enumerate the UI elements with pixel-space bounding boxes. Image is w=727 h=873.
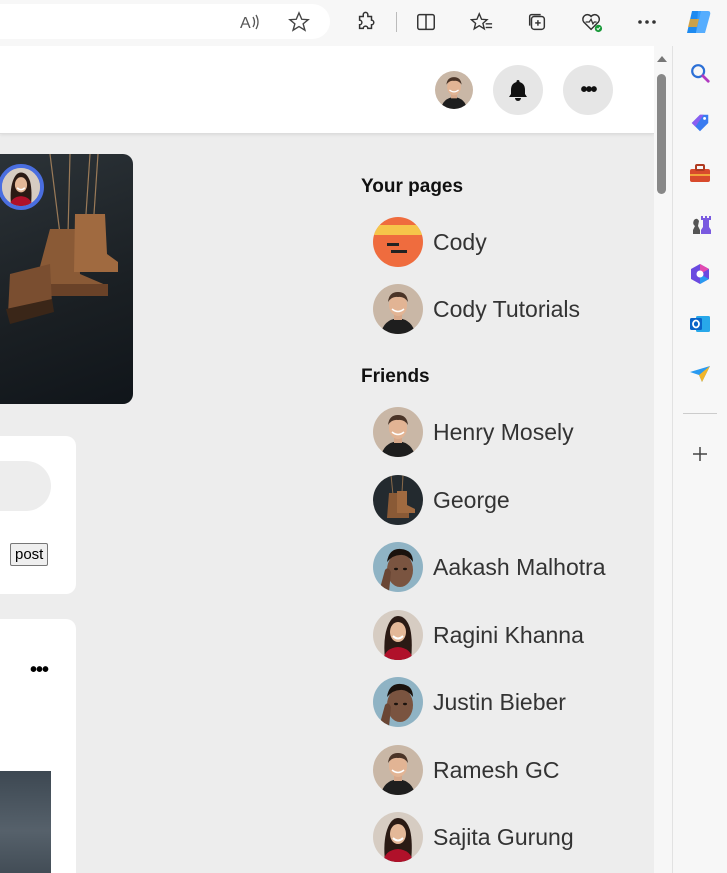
friend-item[interactable]: Aakash Malhotra [373,540,606,594]
friend-item[interactable]: Sajita Gurung [373,810,574,864]
more-options-button[interactable]: ••• [563,65,613,115]
address-bar[interactable] [0,4,330,39]
split-screen-icon[interactable] [412,8,440,36]
avatar [373,475,423,525]
story-avatar [0,164,44,210]
post-image[interactable] [0,771,51,873]
friend-name: George [433,486,510,513]
favorites-icon[interactable] [468,8,496,36]
friend-name: Sajita Gurung [433,823,574,850]
post-input[interactable] [0,461,51,511]
scroll-up-arrow-icon[interactable] [657,55,667,62]
friend-item[interactable]: Justin Bieber [373,675,566,729]
web-page: ••• post ••• d Your pages [0,46,654,873]
toolbar-divider [396,12,397,32]
friend-name: Aakash Malhotra [433,553,606,580]
page-name: Cody [433,228,487,255]
favorite-star-icon[interactable] [285,8,313,36]
scrollbar-thumb[interactable] [657,74,666,194]
browser-essentials-icon[interactable] [578,8,606,36]
edge-sidebar [672,46,727,873]
your-pages-heading: Your pages [361,176,464,197]
avatar [373,284,423,334]
search-icon[interactable] [687,60,713,86]
page-scrollbar[interactable] [654,46,670,873]
top-navbar: ••• [0,46,654,134]
feed-post-card: ••• d [0,619,76,873]
friend-name: Justin Bieber [433,688,566,715]
profile-avatar[interactable] [435,71,473,109]
more-dots-icon: ••• [580,78,597,101]
collections-icon[interactable] [523,8,551,36]
story-card[interactable] [0,154,133,404]
microsoft365-icon[interactable] [687,261,713,287]
avatar [373,407,423,457]
avatar [373,812,423,862]
copilot-icon[interactable] [684,8,712,36]
friend-name: Ramesh GC [433,756,560,783]
avatar [373,745,423,795]
read-aloud-icon[interactable]: A [236,8,264,36]
friend-item[interactable]: Henry Mosely [373,405,574,459]
avatar [373,610,423,660]
bell-icon [509,80,527,101]
extensions-icon[interactable] [352,8,380,36]
add-icon[interactable] [687,441,713,467]
friend-name: Ragini Khanna [433,621,584,648]
page-name: Cody Tutorials [433,295,581,322]
friend-item[interactable]: George [373,473,510,527]
post-text: d [0,719,1,741]
avatar [373,677,423,727]
friend-name: Henry Mosely [433,418,574,445]
page-item-cody-tutorials[interactable]: Cody Tutorials [373,282,580,336]
send-icon[interactable] [687,361,713,387]
friend-item[interactable]: Ramesh GC [373,743,560,797]
create-post-card: post [0,436,76,594]
page-item-cody[interactable]: Cody [373,215,487,269]
notifications-button[interactable] [493,65,543,115]
post-menu-icon[interactable]: ••• [30,659,49,682]
avatar [373,542,423,592]
friends-heading: Friends [361,366,430,387]
more-icon[interactable] [633,8,661,36]
shopping-tag-icon[interactable] [687,110,713,136]
cody-logo-icon [373,217,423,267]
tools-icon[interactable] [687,161,713,187]
svg-text:A: A [240,15,251,31]
friend-item[interactable]: Ragini Khanna [373,608,584,662]
outlook-icon[interactable] [687,311,713,337]
games-icon[interactable] [687,211,713,237]
post-button[interactable]: post [10,543,49,566]
browser-toolbar: A [0,0,727,46]
sidebar-divider [683,413,717,414]
